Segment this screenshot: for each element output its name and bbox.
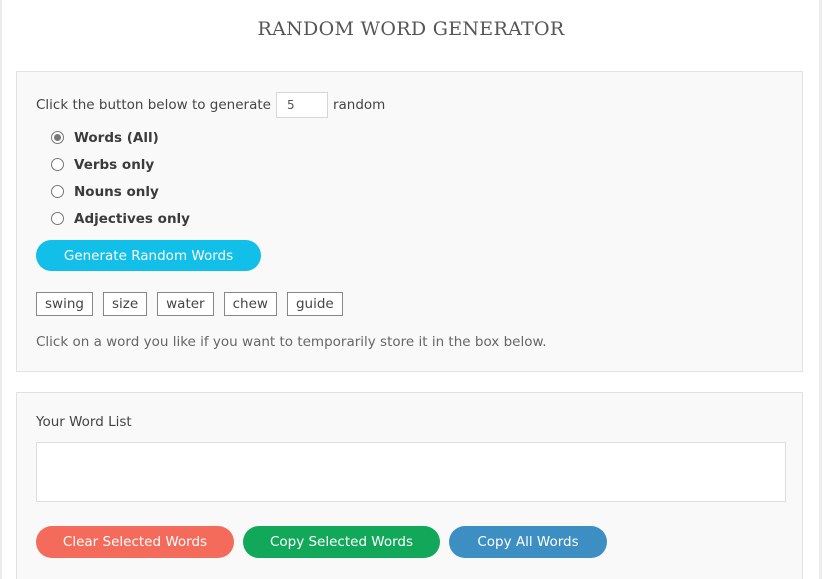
word-chip[interactable]: chew [223,292,277,316]
page-title: RANDOM WORD GENERATOR [257,18,565,40]
copy-selected-words-button[interactable]: Copy Selected Words [243,526,440,558]
option-label: Adjectives only [74,210,190,227]
prompt-after: random [332,97,386,113]
option-verbs-only[interactable]: Verbs only [51,151,190,178]
radio-icon[interactable] [51,158,64,171]
copy-all-words-button[interactable]: Copy All Words [449,526,607,558]
option-nouns-only[interactable]: Nouns only [51,178,190,205]
page-border-left [0,0,2,579]
hint-text: Click on a word you like if you want to … [36,334,547,350]
generated-words: swing size water chew guide [36,292,353,316]
radio-icon[interactable] [51,212,64,225]
option-words-all[interactable]: Words (All) [51,124,190,151]
option-label: Words (All) [74,129,159,146]
word-list-panel: Your Word List Clear Selected Words Copy… [16,392,803,579]
word-count-input[interactable] [275,92,328,118]
word-chip[interactable]: guide [286,292,343,316]
word-list-box[interactable] [36,442,786,502]
word-chip[interactable]: size [102,292,148,316]
generator-panel: Click the button below to generate rando… [16,71,803,372]
word-list-label: Your Word List [36,414,132,430]
prompt-before: Click the button below to generate [36,97,271,113]
option-label: Verbs only [74,156,155,173]
radio-icon[interactable] [51,185,64,198]
option-label: Nouns only [74,183,159,200]
word-type-options: Words (All) Verbs only Nouns only Adject… [51,124,190,232]
clear-selected-words-button[interactable]: Clear Selected Words [36,526,234,558]
radio-checked-icon[interactable] [51,131,64,144]
generate-random-words-button[interactable]: Generate Random Words [36,240,261,271]
word-chip[interactable]: water [157,292,214,316]
option-adjectives-only[interactable]: Adjectives only [51,205,190,232]
count-prompt: Click the button below to generate rando… [36,92,385,118]
word-chip[interactable]: swing [36,292,93,316]
